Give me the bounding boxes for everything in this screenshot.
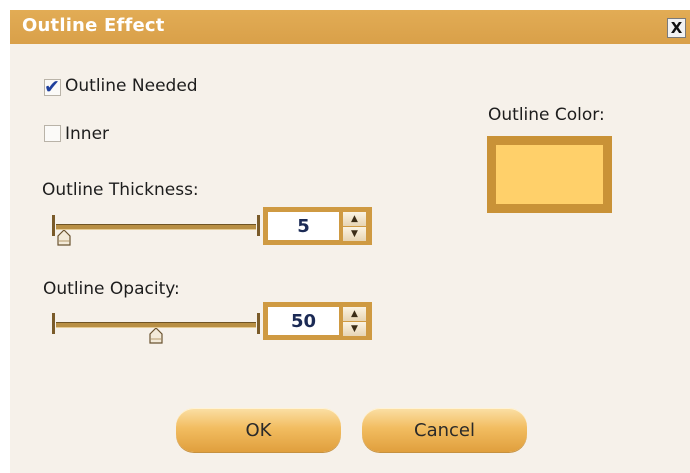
close-icon: X <box>670 18 683 37</box>
close-button[interactable]: X <box>667 18 686 38</box>
outline-opacity-label: Outline Opacity: <box>43 279 180 299</box>
slider-start-cap <box>52 215 55 236</box>
spin-down-icon: ▼ <box>351 324 358 334</box>
slider-track <box>56 224 256 230</box>
slider-end-cap <box>257 313 260 334</box>
slider-thumb-icon[interactable] <box>149 328 163 344</box>
spin-up-icon: ▲ <box>351 214 358 224</box>
thickness-spin-down-button[interactable]: ▼ <box>343 227 366 241</box>
slider-start-cap <box>52 313 55 334</box>
outline-thickness-slider[interactable] <box>52 212 260 246</box>
outline-opacity-input[interactable]: 50 <box>268 307 339 335</box>
thickness-spin-up-button[interactable]: ▲ <box>343 212 366 226</box>
spin-down-icon: ▼ <box>351 229 358 239</box>
slider-end-cap <box>257 215 260 236</box>
outline-opacity-stepper: 50 ▲ ▼ <box>263 302 372 340</box>
inner-label: Inner <box>65 124 110 144</box>
outline-thickness-input[interactable]: 5 <box>268 212 339 240</box>
checkmark-icon: ✔ <box>44 76 60 98</box>
slider-thumb-icon[interactable] <box>57 230 71 246</box>
inner-checkbox[interactable] <box>44 125 61 142</box>
outline-needed-checkbox[interactable]: ✔ <box>44 76 61 98</box>
ok-button[interactable]: OK <box>176 408 341 452</box>
outline-color-label: Outline Color: <box>488 105 605 125</box>
outline-color-fill <box>496 145 603 204</box>
cancel-button[interactable]: Cancel <box>362 408 527 452</box>
outline-needed-label: Outline Needed <box>65 76 198 96</box>
outline-color-swatch[interactable] <box>487 136 612 213</box>
title-bar: Outline Effect X <box>10 10 690 44</box>
outline-thickness-label: Outline Thickness: <box>42 180 199 200</box>
dialog-title: Outline Effect <box>22 15 165 36</box>
outline-effect-dialog: Outline Effect X ✔ Outline Needed Inner … <box>10 10 690 473</box>
opacity-spin-up-button[interactable]: ▲ <box>343 307 366 321</box>
opacity-spin-down-button[interactable]: ▼ <box>343 322 366 336</box>
outline-opacity-slider[interactable] <box>52 310 260 344</box>
spin-up-icon: ▲ <box>351 309 358 319</box>
outline-thickness-stepper: 5 ▲ ▼ <box>263 207 372 245</box>
